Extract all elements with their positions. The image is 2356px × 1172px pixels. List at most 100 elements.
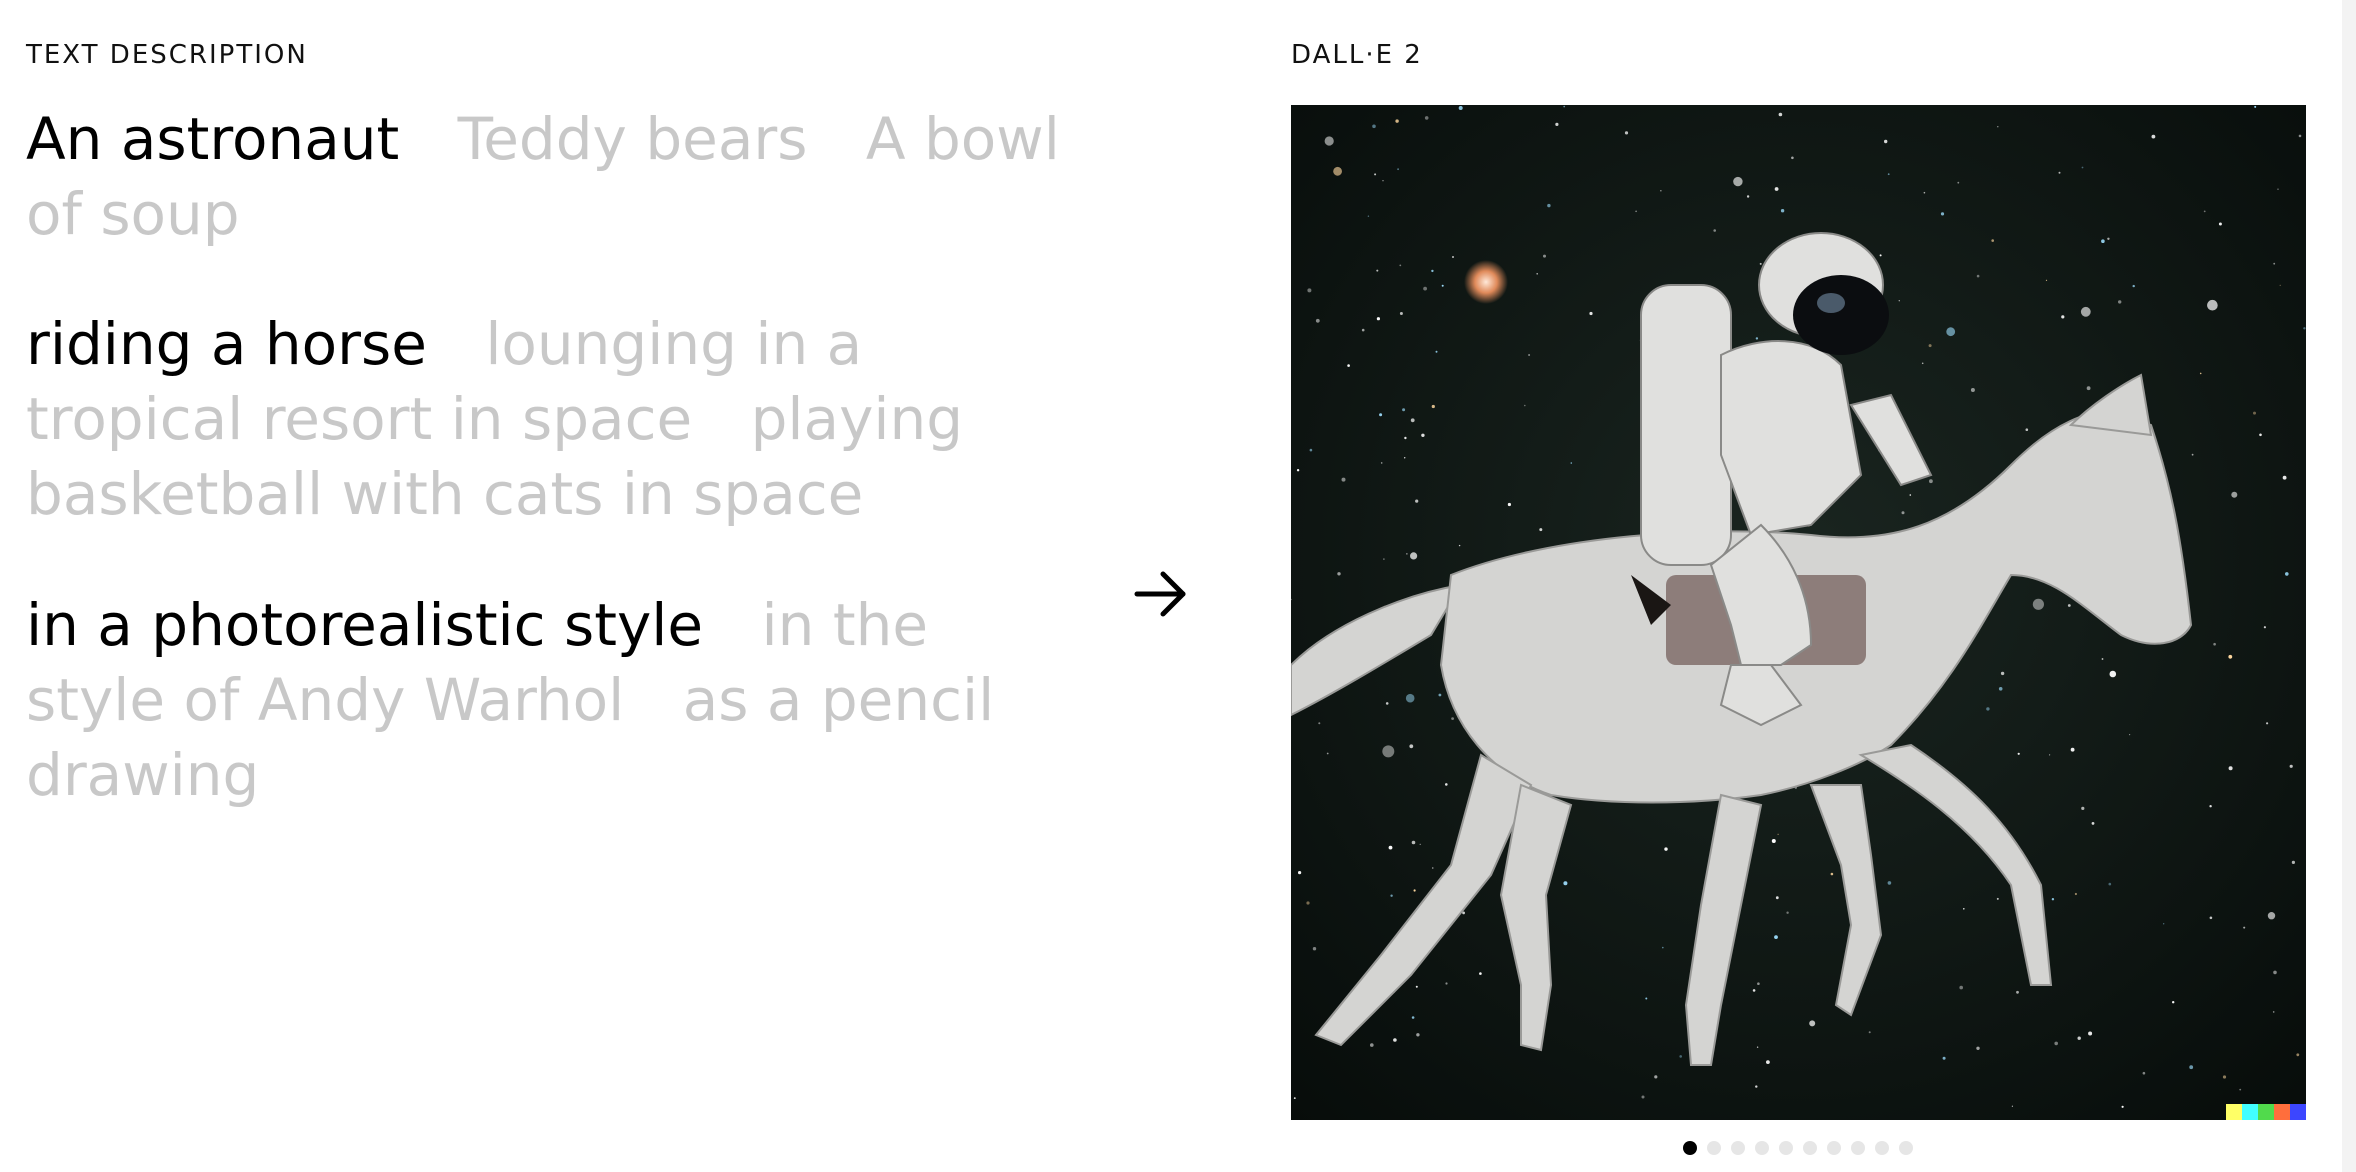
- arrow-right-icon[interactable]: [1133, 566, 1189, 622]
- star: [1402, 408, 1406, 412]
- star: [1830, 872, 1834, 876]
- star: [2025, 428, 2029, 432]
- star: [2151, 134, 2156, 139]
- star: [1868, 1031, 1871, 1034]
- star: [1382, 180, 1384, 182]
- option-teddy-bears[interactable]: Teddy bears: [458, 105, 808, 173]
- carousel-dot[interactable]: [1755, 1141, 1769, 1155]
- star: [1393, 1038, 1397, 1042]
- generated-image: [1291, 105, 2306, 1120]
- star: [1413, 889, 1416, 892]
- star: [1293, 1097, 1296, 1099]
- star: [1713, 229, 1716, 232]
- star: [1326, 752, 1329, 755]
- star: [1479, 972, 1482, 975]
- star: [1921, 362, 1924, 365]
- star: [1774, 187, 1779, 191]
- star: [2118, 300, 2122, 304]
- star: [2132, 284, 2135, 288]
- carousel-dot[interactable]: [1803, 1141, 1817, 1155]
- star: [2228, 654, 2233, 659]
- star: [1367, 215, 1370, 217]
- option-an-astronaut[interactable]: An astronaut: [26, 105, 399, 173]
- star: [1963, 908, 1965, 910]
- carousel-dot[interactable]: [1851, 1141, 1865, 1155]
- star: [1451, 717, 1454, 720]
- star: [1395, 119, 1399, 123]
- watermark-swatch-green: [2258, 1104, 2274, 1120]
- star: [1635, 210, 1637, 213]
- star: [1298, 871, 1302, 875]
- carousel-dot[interactable]: [1875, 1141, 1889, 1155]
- carousel-dot[interactable]: [1899, 1141, 1913, 1155]
- star: [1775, 896, 1779, 900]
- star: [1946, 327, 1956, 337]
- star: [2272, 1011, 2275, 1013]
- star: [2129, 734, 2131, 736]
- star: [1296, 469, 1300, 472]
- option-riding-a-horse[interactable]: riding a horse: [26, 310, 427, 378]
- page-scrollbar[interactable]: [2342, 0, 2356, 1172]
- star: [2017, 752, 2020, 755]
- star: [1406, 553, 1408, 555]
- carousel-dot[interactable]: [1779, 1141, 1793, 1155]
- star: [2172, 1001, 2175, 1004]
- star: [2231, 491, 2238, 498]
- star: [2239, 1088, 2242, 1091]
- star: [2016, 990, 2019, 994]
- star: [1809, 1020, 1816, 1027]
- star: [1778, 112, 1783, 117]
- carousel-dot[interactable]: [1731, 1141, 1745, 1155]
- star: [2032, 598, 2044, 610]
- option-photorealistic[interactable]: in a photorealistic style: [26, 591, 703, 659]
- star: [2199, 372, 2202, 375]
- carousel-dot[interactable]: [1827, 1141, 1841, 1155]
- star: [2077, 1036, 2081, 1040]
- style-options: in a photorealistic style in the style o…: [26, 588, 1066, 813]
- star: [1411, 1016, 1415, 1019]
- star: [1431, 404, 1435, 409]
- star: [1901, 511, 1905, 515]
- carousel-dot[interactable]: [1707, 1141, 1721, 1155]
- star: [2058, 171, 2061, 174]
- star: [1786, 911, 1789, 914]
- star: [1385, 702, 1389, 705]
- star: [1664, 847, 1668, 851]
- dalle-2-label: DALL·E 2: [1291, 40, 1423, 70]
- star: [2209, 805, 2212, 808]
- star: [1766, 1060, 1770, 1064]
- star: [1390, 894, 1393, 897]
- watermark-swatch-cyan: [2242, 1104, 2258, 1120]
- star: [1376, 269, 1379, 272]
- star: [2273, 262, 2276, 265]
- star: [1306, 901, 1310, 905]
- star: [2108, 882, 2112, 886]
- star: [1347, 364, 1350, 367]
- star: [1791, 156, 1794, 160]
- star: [1445, 783, 1448, 786]
- star: [2081, 166, 2084, 169]
- star: [2121, 1105, 2124, 1108]
- star: [1563, 881, 1568, 886]
- star: [1372, 124, 1376, 129]
- star: [1898, 300, 1900, 302]
- star: [2054, 1041, 2058, 1046]
- star: [2273, 970, 2277, 975]
- star: [1645, 997, 1648, 1000]
- star: [1771, 839, 1776, 843]
- star: [1380, 462, 1383, 464]
- star: [2086, 386, 2091, 391]
- carousel-dot[interactable]: [1683, 1141, 1697, 1155]
- star: [1524, 404, 1526, 407]
- star: [2142, 1071, 2146, 1075]
- star: [1589, 311, 1593, 316]
- star: [1959, 985, 1963, 990]
- star: [2279, 284, 2281, 286]
- star: [1563, 105, 1565, 108]
- star: [1555, 122, 1559, 126]
- star: [2203, 210, 2206, 213]
- watermark-color-bar: [2226, 1104, 2306, 1120]
- star: [1333, 166, 1342, 176]
- star: [1976, 274, 1980, 278]
- star: [1383, 558, 1385, 560]
